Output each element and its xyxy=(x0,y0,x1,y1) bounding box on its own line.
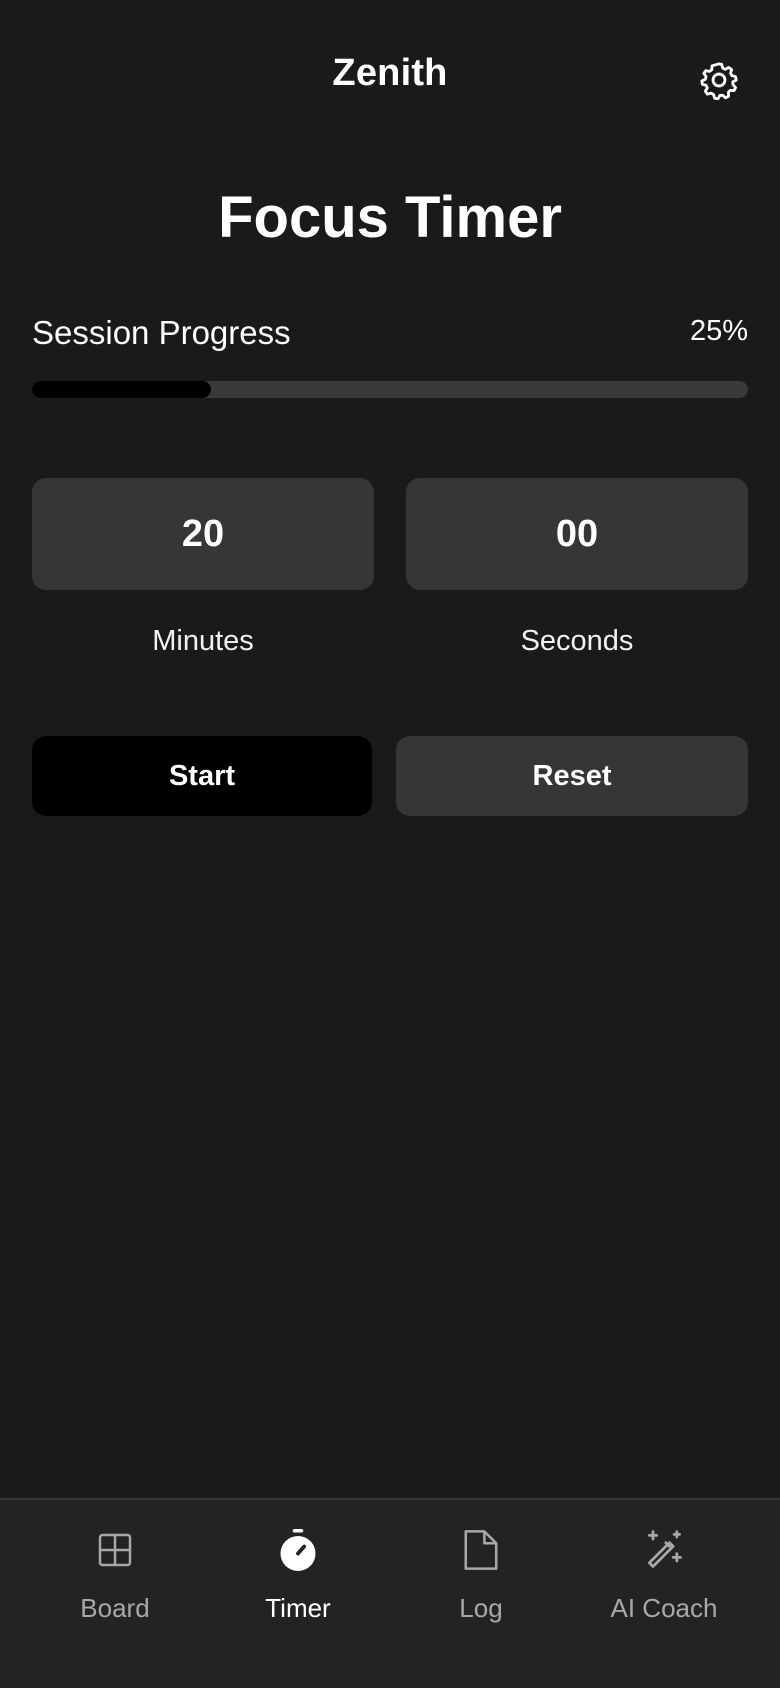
app-header: Zenith xyxy=(0,0,780,160)
nav-label-timer: Timer xyxy=(265,1593,331,1623)
nav-item-log[interactable]: Log xyxy=(386,1500,576,1650)
page-title: Focus Timer xyxy=(218,185,562,250)
session-progress-fill xyxy=(32,381,211,398)
session-progress-label: Session Progress xyxy=(32,314,291,351)
document-icon xyxy=(464,1530,498,1570)
session-progress-percent: 25% xyxy=(689,315,748,347)
session-progress-bar xyxy=(32,381,748,398)
magic-wand-icon xyxy=(647,1530,682,1568)
settings-button[interactable] xyxy=(698,56,740,104)
gear-icon xyxy=(700,62,738,101)
stopwatch-icon xyxy=(280,1529,316,1571)
start-button[interactable]: Start xyxy=(32,736,372,816)
reset-button[interactable]: Reset xyxy=(396,736,748,816)
seconds-label: Seconds xyxy=(520,625,634,657)
nav-label-board: Board xyxy=(80,1593,150,1623)
nav-item-board[interactable]: Board xyxy=(20,1500,210,1650)
timer-screen: Zenith Focus Timer Session Progress 25% … xyxy=(0,0,780,1688)
bottom-navigation: Board Timer Log AI Coach xyxy=(0,1498,780,1688)
minutes-label: Minutes xyxy=(152,625,254,657)
nav-item-timer[interactable]: Timer xyxy=(203,1500,393,1650)
grid-icon xyxy=(98,1533,132,1567)
nav-label-log: Log xyxy=(459,1593,503,1623)
nav-label-ai-coach: AI Coach xyxy=(610,1593,718,1623)
minutes-field[interactable]: 20 xyxy=(32,478,374,590)
app-title: Zenith xyxy=(332,52,448,94)
nav-item-ai-coach[interactable]: AI Coach xyxy=(569,1500,759,1650)
seconds-field[interactable]: 00 xyxy=(406,478,748,590)
